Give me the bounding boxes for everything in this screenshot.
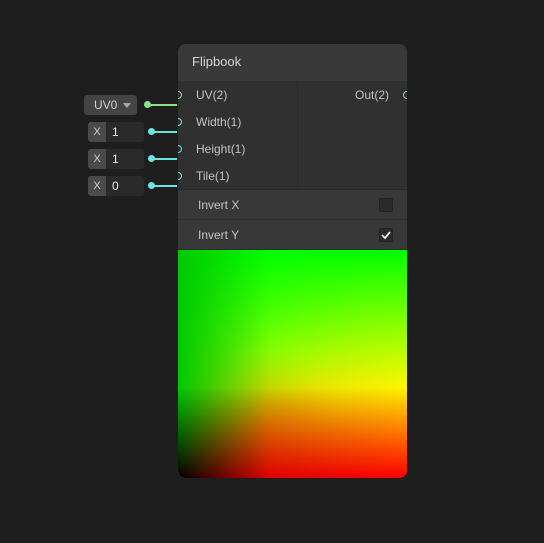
port-label: Tile(1) <box>196 169 230 183</box>
input-ports: UV(2) Width(1) Height(1) Tile(1) <box>178 81 298 189</box>
option-invert-y[interactable]: Invert Y <box>178 220 407 250</box>
node-title: Flipbook <box>178 44 407 81</box>
option-label: Invert X <box>198 198 239 212</box>
dot-width-out <box>148 128 155 135</box>
output-port-out[interactable]: Out(2) <box>298 81 407 108</box>
output-ports: Out(2) <box>298 81 407 189</box>
input-port-width[interactable]: Width(1) <box>178 108 297 135</box>
axis-label: X <box>88 122 106 142</box>
port-label: Out(2) <box>355 88 389 102</box>
node-preview <box>178 250 407 478</box>
axis-label: X <box>88 149 106 169</box>
dot-tile-out <box>148 182 155 189</box>
uv-dropdown[interactable]: UV0 <box>84 95 137 115</box>
node-options: Invert X Invert Y <box>178 189 407 250</box>
port-dot-icon[interactable] <box>178 118 182 126</box>
height-value[interactable]: 1 <box>106 149 144 169</box>
dot-height-out <box>148 155 155 162</box>
checkmark-icon <box>381 230 391 240</box>
dot-uv-out <box>144 101 151 108</box>
option-invert-x[interactable]: Invert X <box>178 190 407 220</box>
height-field[interactable]: X 1 <box>88 149 144 169</box>
port-label: UV(2) <box>196 88 227 102</box>
wire-uv <box>147 104 177 106</box>
checkbox-invert-y[interactable] <box>379 228 393 242</box>
input-port-uv[interactable]: UV(2) <box>178 81 297 108</box>
input-port-tile[interactable]: Tile(1) <box>178 162 297 189</box>
chevron-down-icon <box>123 103 131 108</box>
checkbox-invert-x[interactable] <box>379 198 393 212</box>
tile-value[interactable]: 0 <box>106 176 144 196</box>
tile-field[interactable]: X 0 <box>88 176 144 196</box>
option-label: Invert Y <box>198 228 239 242</box>
port-dot-icon[interactable] <box>178 172 182 180</box>
input-port-height[interactable]: Height(1) <box>178 135 297 162</box>
width-field[interactable]: X 1 <box>88 122 144 142</box>
port-label: Width(1) <box>196 115 241 129</box>
width-value[interactable]: 1 <box>106 122 144 142</box>
port-label: Height(1) <box>196 142 245 156</box>
port-dot-icon[interactable] <box>178 145 182 153</box>
port-dot-icon[interactable] <box>178 91 182 99</box>
ports-area: UV(2) Width(1) Height(1) Tile(1) Out(2) <box>178 81 407 189</box>
flipbook-node[interactable]: Flipbook UV(2) Width(1) Height(1) Tile(1… <box>178 44 407 478</box>
axis-label: X <box>88 176 106 196</box>
port-dot-icon[interactable] <box>403 91 407 99</box>
uv-dropdown-value: UV0 <box>94 98 117 112</box>
